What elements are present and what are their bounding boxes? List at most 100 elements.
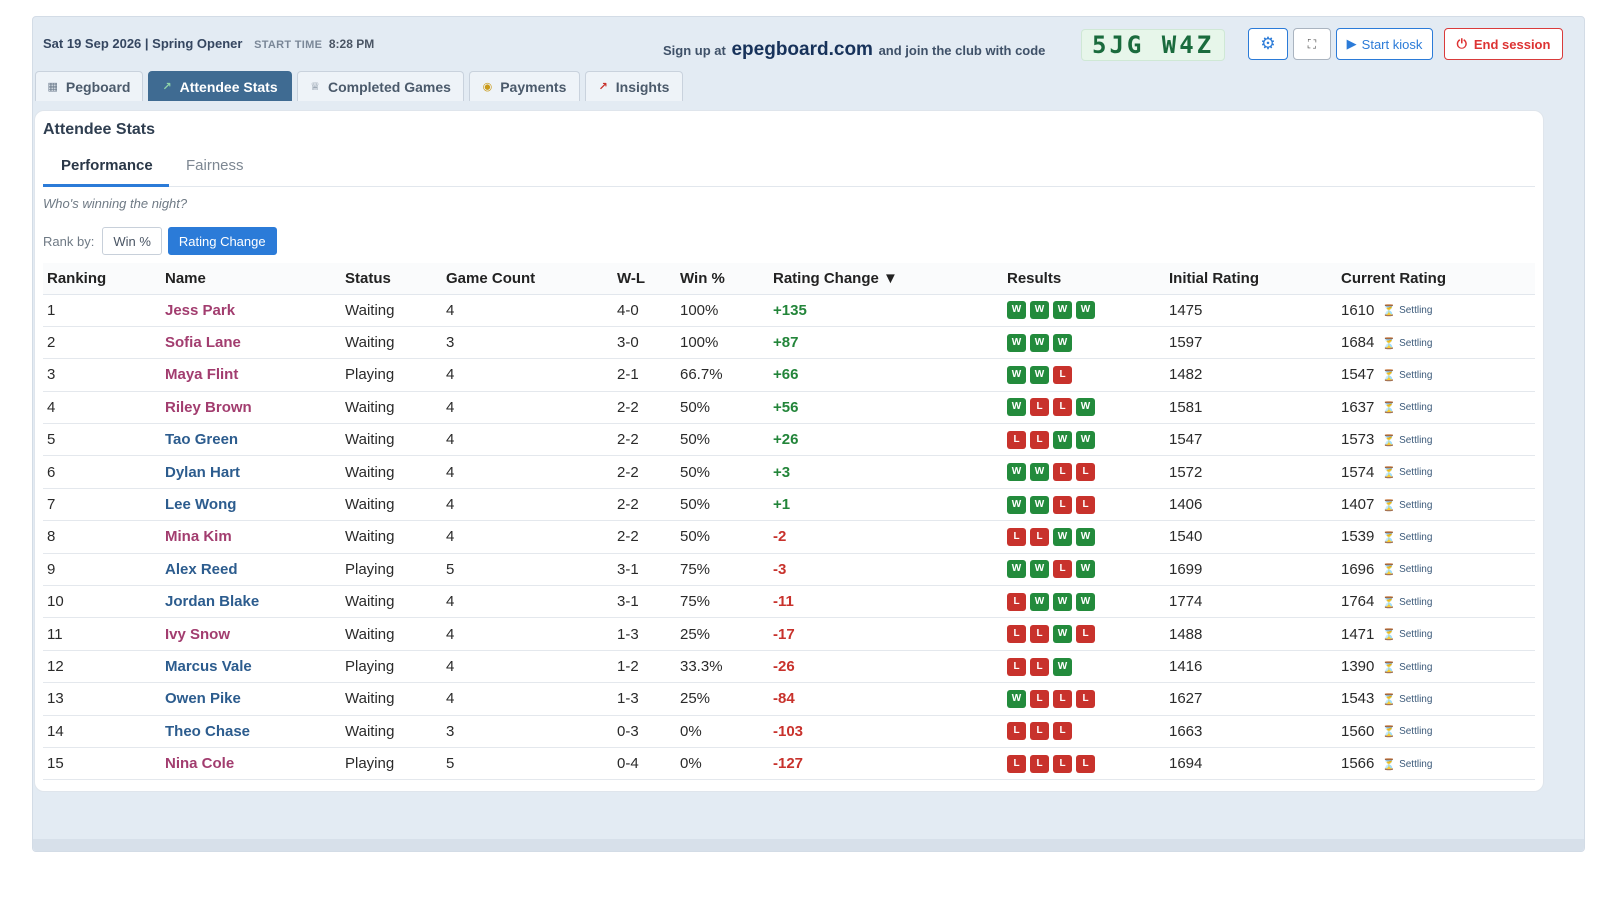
tab-pegboard[interactable]: ▦ Pegboard [35,71,143,101]
win-badge: W [1053,657,1072,676]
col-header-name[interactable]: Name [161,263,341,295]
col-header-current-rating[interactable]: Current Rating [1337,263,1535,295]
cell-wl: 0-4 [613,747,676,781]
tab-attendee-stats[interactable]: ↗ Attendee Stats [148,71,292,101]
win-badge: W [1030,365,1049,384]
settling-badge: ⏳ Settling [1382,369,1432,382]
cell-current-rating: 1407 ⏳ Settling [1337,488,1535,522]
col-header-win-pct[interactable]: Win % [676,263,769,295]
cell-initial-rating: 1406 [1165,488,1337,522]
cell-initial-rating: 1597 [1165,326,1337,360]
cell-current-rating: 1390 ⏳ Settling [1337,650,1535,684]
tab-attendee-stats-label: Attendee Stats [179,78,278,95]
win-badge: W [1007,398,1026,417]
cell-game-count: 3 [442,326,613,360]
cell-wl: 2-2 [613,455,676,489]
col-header-results[interactable]: Results [1003,263,1165,295]
col-header-initial-rating[interactable]: Initial Rating [1165,263,1337,295]
cell-win-pct: 0% [676,747,769,781]
player-name-link[interactable]: Owen Pike [165,690,241,707]
cell-win-pct: 33.3% [676,650,769,684]
player-name-link[interactable]: Nina Cole [165,755,234,772]
player-name-link[interactable]: Tao Green [165,431,238,448]
cell-win-pct: 100% [676,294,769,327]
loss-badge: L [1007,657,1026,676]
current-rating-value: 1573 [1341,431,1375,449]
win-badge: W [1053,625,1072,644]
win-badge: W [1030,333,1049,352]
cell-results: WWWW [1003,294,1165,327]
stats-table-body: 1 Jess Park Waiting 4 4-0 100% +135 W W W W 1475 161… [43,294,1535,781]
player-name-link[interactable]: Riley Brown [165,399,252,416]
cell-win-pct: 50% [676,488,769,522]
loss-badge: L [1053,722,1072,741]
player-name-link[interactable]: Sofia Lane [165,334,241,351]
player-name-link[interactable]: Maya Flint [165,366,238,383]
cell-rating-change: -26 [773,657,795,675]
player-name-link[interactable]: Lee Wong [165,496,236,513]
table-row: 6 Dylan Hart Waiting 4 2-2 50% +3 W W L L 1572 1574 ⏳… [43,455,1535,489]
tab-payments[interactable]: ◉ Payments [469,71,580,101]
loss-badge: L [1030,689,1049,708]
table-row: 14 Theo Chase Waiting 3 0-3 0% -103 L L L 1663 1560… [43,715,1535,748]
player-name-link[interactable]: Ivy Snow [165,626,230,643]
cell-initial-rating: 1774 [1165,585,1337,619]
cell-win-pct: 66.7% [676,358,769,392]
table-row: 15 Nina Cole Playing 5 0-4 0% -127 L L L L 1694 1566… [43,747,1535,781]
tab-insights-label: Insights [615,78,670,95]
player-name-link[interactable]: Dylan Hart [165,464,240,481]
cell-game-count: 4 [442,358,613,392]
cell-status: Waiting [341,326,442,360]
fullscreen-button[interactable]: ⛶ [1293,28,1331,60]
hourglass-icon: ⏳ [1382,564,1397,577]
loss-badge: L [1030,430,1049,449]
player-name-link[interactable]: Jess Park [165,302,235,319]
subtab-fairness[interactable]: Fairness [186,157,244,174]
player-name-link[interactable]: Jordan Blake [165,593,259,610]
cell-initial-rating: 1482 [1165,358,1337,392]
player-name-link[interactable]: Mina Kim [165,528,232,545]
rank-rating-change-button[interactable]: Rating Change [167,227,277,255]
player-name-link[interactable]: Alex Reed [165,561,238,578]
rank-win-pct-button[interactable]: Win % [102,227,162,255]
start-kiosk-button[interactable]: ▶ Start kiosk [1336,28,1433,60]
tab-completed-games[interactable]: ♕ Completed Games [297,71,464,101]
cell-ranking: 5 [43,423,161,457]
settling-label: Settling [1399,629,1433,641]
settling-label: Settling [1399,305,1433,317]
loss-badge: L [1030,722,1049,741]
subtab-performance[interactable]: Performance [61,157,153,174]
cell-initial-rating: 1488 [1165,617,1337,651]
settings-button[interactable]: ⚙ [1248,28,1288,60]
end-session-label: End session [1473,36,1551,52]
settling-label: Settling [1399,337,1433,349]
loss-badge: L [1076,463,1095,482]
win-badge: W [1007,560,1026,579]
col-header-ranking[interactable]: Ranking [43,263,161,295]
col-header-wl[interactable]: W-L [613,263,676,295]
cell-status: Waiting [341,294,442,327]
cell-status: Waiting [341,391,442,425]
cell-wl: 2-2 [613,488,676,522]
cell-ranking: 11 [43,617,161,651]
cell-status: Playing [341,747,442,781]
cell-game-count: 4 [442,488,613,522]
col-header-game-count[interactable]: Game Count [442,263,613,295]
cell-results: LLWL [1003,617,1165,651]
col-header-status[interactable]: Status [341,263,442,295]
cell-rating-change: +1 [773,496,791,514]
player-name-link[interactable]: Marcus Vale [165,658,252,675]
cell-wl: 2-2 [613,520,676,554]
cell-results: LLWW [1003,520,1165,554]
cell-ranking: 2 [43,326,161,360]
cell-initial-rating: 1540 [1165,520,1337,554]
tab-insights[interactable]: ↗ Insights [585,71,683,101]
win-badge: W [1007,301,1026,320]
col-header-rating-change[interactable]: Rating Change ▼ [769,263,1003,295]
end-session-button[interactable]: ⏻ End session [1444,28,1563,60]
player-name-link[interactable]: Theo Chase [165,723,250,740]
win-badge: W [1076,592,1095,611]
tab-payments-label: Payments [500,78,567,95]
cell-results: WLLL [1003,682,1165,716]
cell-ranking: 7 [43,488,161,522]
